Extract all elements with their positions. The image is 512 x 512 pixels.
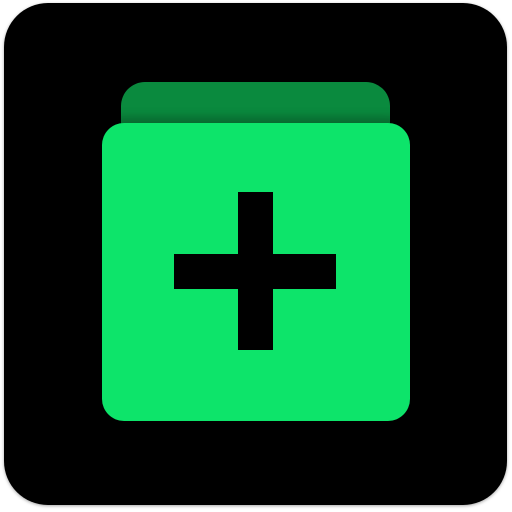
front-card	[102, 123, 410, 421]
app-icon[interactable]	[4, 3, 507, 505]
plus-horizontal-bar	[174, 254, 336, 289]
plus-icon	[174, 192, 336, 350]
